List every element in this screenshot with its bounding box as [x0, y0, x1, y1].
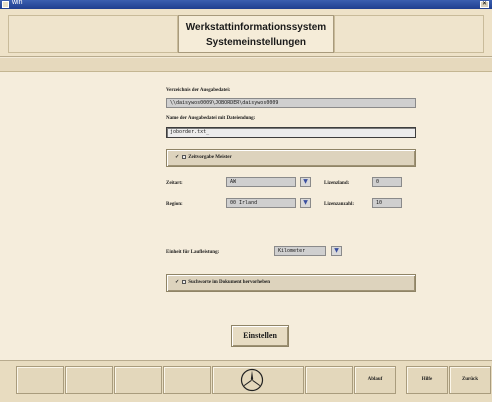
footer-button-1[interactable] — [16, 366, 64, 394]
footer-bar: Ablauf Hilfe Zurück — [0, 360, 492, 402]
header-left-panel — [8, 15, 178, 53]
time-stamp-label: Zeitvorgabe Meister — [188, 155, 232, 160]
output-dir-label: Verzeichnis der Ausgabedatei: — [166, 88, 231, 93]
app-icon — [2, 1, 9, 8]
time-stamp-toggle[interactable]: ✓ Zeitvorgabe Meister — [166, 149, 416, 167]
footer-button-2[interactable] — [65, 366, 113, 394]
license-count-field[interactable]: 10 — [372, 198, 402, 208]
filename-label: Name der Ausgabedatei mit Dateiendung: — [166, 116, 256, 121]
footer-button-4[interactable] — [163, 366, 211, 394]
checkbox-icon — [182, 154, 187, 159]
region-label: Region: — [166, 202, 183, 207]
page-title: Werkstattinformationssystem Systemeinste… — [178, 15, 334, 53]
page-title-line1: Werkstattinformationssystem — [185, 22, 327, 33]
hilfe-button[interactable]: Hilfe — [406, 366, 448, 394]
region-select[interactable]: 00 Irland — [226, 198, 296, 208]
close-icon[interactable]: ✕ — [480, 1, 489, 8]
window-title: win — [12, 0, 23, 6]
header-right-panel — [334, 15, 484, 53]
highlight-keywords-toggle[interactable]: ✓ Suchworte im Dokument hervorheben — [166, 274, 416, 292]
footer-button-3[interactable] — [114, 366, 162, 394]
license-count-label: Lizenzanzahl: — [324, 202, 354, 207]
license-country-field[interactable]: 0 — [372, 177, 402, 187]
window-titlebar: win ✕ — [0, 0, 492, 9]
checkmark-icon: ✓ — [175, 155, 180, 160]
chevron-down-icon[interactable]: ▼ — [300, 198, 311, 208]
license-country-label: Lizenzland: — [324, 181, 350, 186]
filename-input[interactable]: joborder.txt_ — [166, 127, 416, 138]
output-dir-field[interactable]: \\daisywos0009\JOBORDER\daisywos0009 — [166, 98, 416, 108]
highlight-keywords-label: Suchworte im Dokument hervorheben — [188, 280, 271, 285]
mileage-unit-label: Einheit für Laufleistung: — [166, 250, 220, 255]
time-unit-select[interactable]: AW — [226, 177, 296, 187]
chevron-down-icon[interactable]: ▼ — [300, 177, 311, 187]
checkmark-icon: ✓ — [175, 280, 180, 285]
ablauf-button[interactable]: Ablauf — [354, 366, 396, 394]
toolbar-strip — [0, 58, 492, 72]
apply-settings-button[interactable]: Einstellen — [231, 325, 289, 347]
page-title-line2: Systemeinstellungen — [205, 37, 307, 48]
checkbox-icon — [182, 279, 187, 284]
chevron-down-icon[interactable]: ▼ — [331, 246, 342, 256]
mileage-unit-select[interactable]: Kilometer — [274, 246, 326, 256]
mercedes-star-icon — [240, 368, 264, 392]
zurueck-button[interactable]: Zurück — [449, 366, 491, 394]
footer-button-6[interactable] — [305, 366, 353, 394]
time-unit-label: Zeitart: — [166, 181, 183, 186]
page-header: Werkstattinformationssystem Systemeinste… — [0, 9, 492, 57]
